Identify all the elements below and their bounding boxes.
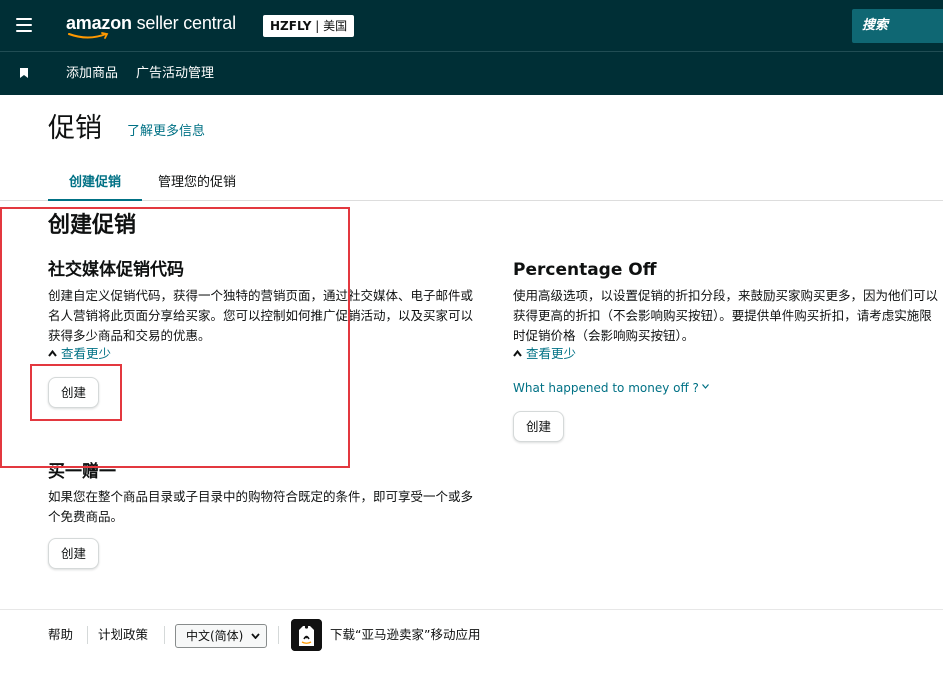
create-social-promo-button[interactable]: 创建: [48, 377, 100, 408]
percentage-off-title: Percentage Off: [513, 260, 657, 280]
amazon-app-icon[interactable]: [291, 619, 322, 651]
nav-item-campaign-manager[interactable]: 广告活动管理: [136, 66, 214, 82]
download-app-link[interactable]: 下载“亚马逊卖家”移动应用: [330, 627, 480, 643]
create-percentage-off-button[interactable]: 创建: [513, 411, 565, 442]
top-header: amazon seller central HZFLY | 美国 搜索: [0, 0, 943, 51]
caret-up-icon: [513, 349, 522, 357]
tab-manage-promotions[interactable]: 管理您的促销: [158, 166, 236, 201]
amazon-smile-icon: [68, 32, 109, 39]
tab-bar: 创建促销 管理您的促销: [0, 166, 943, 201]
caret-up-icon: [48, 349, 57, 357]
percentage-off-description: 使用高级选项，以设置促销的折扣分段，来鼓励买家购买更多，因为他们可以获得更高的折…: [513, 288, 939, 343]
nav-item-add-product[interactable]: 添加商品: [66, 66, 118, 82]
create-bogo-button[interactable]: 创建: [48, 538, 100, 569]
social-promo-title: 社交媒体促销代码: [48, 260, 184, 280]
logo-text: amazon seller central: [66, 13, 236, 33]
bogo-description: 如果您在整个商品目录或子目录中的购物符合既定的条件，即可享受一个或多个免费商品。: [48, 489, 474, 524]
tab-create-promotion[interactable]: 创建促销: [48, 166, 142, 201]
bogo-title: 买一赠一: [48, 462, 116, 482]
percentage-see-less-link[interactable]: 查看更少: [513, 346, 576, 362]
section-title: 创建促销: [48, 213, 137, 238]
language-select[interactable]: 中文(简体): [175, 624, 267, 648]
nav-bar: 添加商品 广告活动管理: [0, 51, 943, 95]
chevron-down-icon: [701, 384, 709, 389]
footer-help-link[interactable]: 帮助: [48, 627, 73, 643]
amazon-seller-central-logo[interactable]: amazon seller central: [66, 12, 236, 40]
store-selector[interactable]: HZFLY | 美国: [263, 15, 355, 37]
footer-separator: [164, 626, 165, 644]
hamburger-menu-icon[interactable]: [16, 18, 32, 32]
search-input[interactable]: 搜索: [852, 9, 943, 43]
footer-separator: [87, 626, 88, 644]
footer-separator: [278, 626, 279, 644]
page-title: 促销: [48, 113, 102, 144]
social-promo-description: 创建自定义促销代码，获得一个独特的营销页面，通过社交媒体、电子邮件或名人营销将此…: [48, 288, 474, 343]
bookmark-icon[interactable]: [20, 68, 28, 78]
learn-more-link[interactable]: 了解更多信息: [127, 124, 205, 140]
footer-policies-link[interactable]: 计划政策: [98, 627, 148, 643]
social-see-less-link[interactable]: 查看更少: [48, 346, 111, 362]
chevron-down-icon: [251, 633, 260, 639]
footer-divider: [0, 609, 943, 610]
money-off-info-link[interactable]: What happened to money off ?: [513, 380, 709, 396]
